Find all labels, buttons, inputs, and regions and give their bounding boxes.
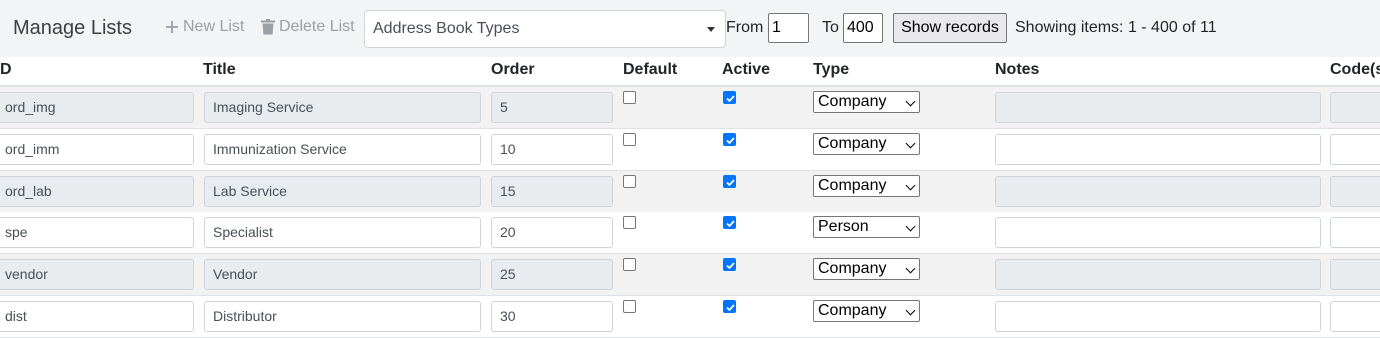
order-input[interactable]: 15 bbox=[491, 176, 613, 207]
table-row: ord_img Imaging Service 5 Company bbox=[0, 87, 1380, 129]
active-checkbox[interactable] bbox=[723, 91, 736, 104]
list-type-select[interactable]: Address Book Types bbox=[364, 10, 726, 48]
chevron-down-icon bbox=[905, 221, 916, 232]
type-value: Company bbox=[818, 302, 887, 319]
chevron-down-icon bbox=[905, 263, 916, 274]
new-list-label: New List bbox=[183, 18, 245, 35]
default-checkbox[interactable] bbox=[623, 175, 636, 188]
new-list-button[interactable]: New List bbox=[165, 18, 244, 36]
chevron-down-icon bbox=[905, 305, 916, 316]
table-row: ord_imm Immunization Service 10 Company bbox=[0, 129, 1380, 171]
order-input[interactable]: 10 bbox=[491, 134, 613, 165]
type-select[interactable]: Company bbox=[813, 91, 920, 113]
delete-list-label: Delete List bbox=[279, 18, 355, 35]
codes-input[interactable] bbox=[1330, 301, 1380, 332]
active-checkbox[interactable] bbox=[723, 175, 736, 188]
order-input[interactable]: 30 bbox=[491, 301, 613, 332]
from-label: From bbox=[726, 19, 764, 36]
plus-icon bbox=[165, 20, 179, 34]
trash-icon bbox=[261, 19, 275, 35]
type-value: Company bbox=[818, 135, 887, 152]
page-title: Manage Lists bbox=[13, 17, 132, 39]
active-checkbox[interactable] bbox=[723, 258, 736, 271]
id-input[interactable]: dist bbox=[0, 301, 194, 332]
chevron-down-icon bbox=[905, 138, 916, 149]
column-header-type: Type bbox=[813, 61, 850, 78]
column-header-active: Active bbox=[722, 61, 771, 78]
title-input[interactable]: Specialist bbox=[204, 217, 481, 248]
id-input[interactable]: vendor bbox=[0, 259, 194, 290]
column-header-codes: Code(s bbox=[1330, 61, 1380, 78]
toolbar: Manage Lists New List Delete List Addres… bbox=[0, 0, 1380, 57]
column-header-order: Order bbox=[491, 61, 535, 78]
table-row: ord_lab Lab Service 15 Company bbox=[0, 171, 1380, 213]
column-header-title: Title bbox=[203, 61, 236, 78]
default-checkbox[interactable] bbox=[623, 300, 636, 313]
type-value: Company bbox=[818, 177, 887, 194]
table-row: vendor Vendor 25 Company bbox=[0, 254, 1380, 296]
title-input[interactable]: Distributor bbox=[204, 301, 481, 332]
from-input[interactable]: 1 bbox=[768, 13, 809, 43]
type-select[interactable]: Company bbox=[813, 300, 920, 322]
order-input[interactable]: 25 bbox=[491, 259, 613, 290]
type-select[interactable]: Company bbox=[813, 133, 920, 155]
active-checkbox[interactable] bbox=[723, 300, 736, 313]
delete-list-button[interactable]: Delete List bbox=[261, 18, 355, 36]
title-input[interactable]: Imaging Service bbox=[204, 92, 481, 123]
id-input[interactable]: ord_img bbox=[0, 92, 194, 123]
chevron-down-icon bbox=[905, 96, 916, 107]
column-header-default: Default bbox=[623, 61, 678, 78]
showing-items-text: Showing items: 1 - 400 of 11 bbox=[1015, 19, 1217, 36]
chevron-down-icon bbox=[707, 27, 715, 32]
notes-input[interactable] bbox=[995, 176, 1321, 207]
show-records-button[interactable]: Show records bbox=[893, 13, 1007, 43]
type-value: Person bbox=[818, 218, 869, 235]
chevron-down-icon bbox=[905, 180, 916, 191]
id-input[interactable]: spe bbox=[0, 217, 194, 248]
table-row: spe Specialist 20 Person bbox=[0, 212, 1380, 254]
default-checkbox[interactable] bbox=[623, 216, 636, 229]
type-value: Company bbox=[818, 93, 887, 110]
type-value: Company bbox=[818, 260, 887, 277]
id-input[interactable]: ord_lab bbox=[0, 176, 194, 207]
notes-input[interactable] bbox=[995, 217, 1321, 248]
order-input[interactable]: 5 bbox=[491, 92, 613, 123]
notes-input[interactable] bbox=[995, 259, 1321, 290]
codes-input[interactable] bbox=[1330, 134, 1380, 165]
notes-input[interactable] bbox=[995, 301, 1321, 332]
type-select[interactable]: Person bbox=[813, 216, 920, 238]
type-select[interactable]: Company bbox=[813, 175, 920, 197]
type-select[interactable]: Company bbox=[813, 258, 920, 280]
to-label: To bbox=[822, 19, 839, 36]
notes-input[interactable] bbox=[995, 134, 1321, 165]
column-header-id: D bbox=[0, 61, 12, 78]
to-input[interactable]: 400 bbox=[843, 13, 883, 43]
codes-input[interactable] bbox=[1330, 259, 1380, 290]
table-row: dist Distributor 30 Company bbox=[0, 296, 1380, 338]
default-checkbox[interactable] bbox=[623, 258, 636, 271]
column-header-notes: Notes bbox=[995, 61, 1040, 78]
id-input[interactable]: ord_imm bbox=[0, 134, 194, 165]
list-type-value: Address Book Types bbox=[373, 20, 520, 37]
default-checkbox[interactable] bbox=[623, 133, 636, 146]
default-checkbox[interactable] bbox=[623, 91, 636, 104]
notes-input[interactable] bbox=[995, 92, 1321, 123]
order-input[interactable]: 20 bbox=[491, 217, 613, 248]
title-input[interactable]: Lab Service bbox=[204, 176, 481, 207]
codes-input[interactable] bbox=[1330, 217, 1380, 248]
title-input[interactable]: Vendor bbox=[204, 259, 481, 290]
codes-input[interactable] bbox=[1330, 176, 1380, 207]
title-input[interactable]: Immunization Service bbox=[204, 134, 481, 165]
active-checkbox[interactable] bbox=[723, 216, 736, 229]
codes-input[interactable] bbox=[1330, 92, 1380, 123]
active-checkbox[interactable] bbox=[723, 133, 736, 146]
